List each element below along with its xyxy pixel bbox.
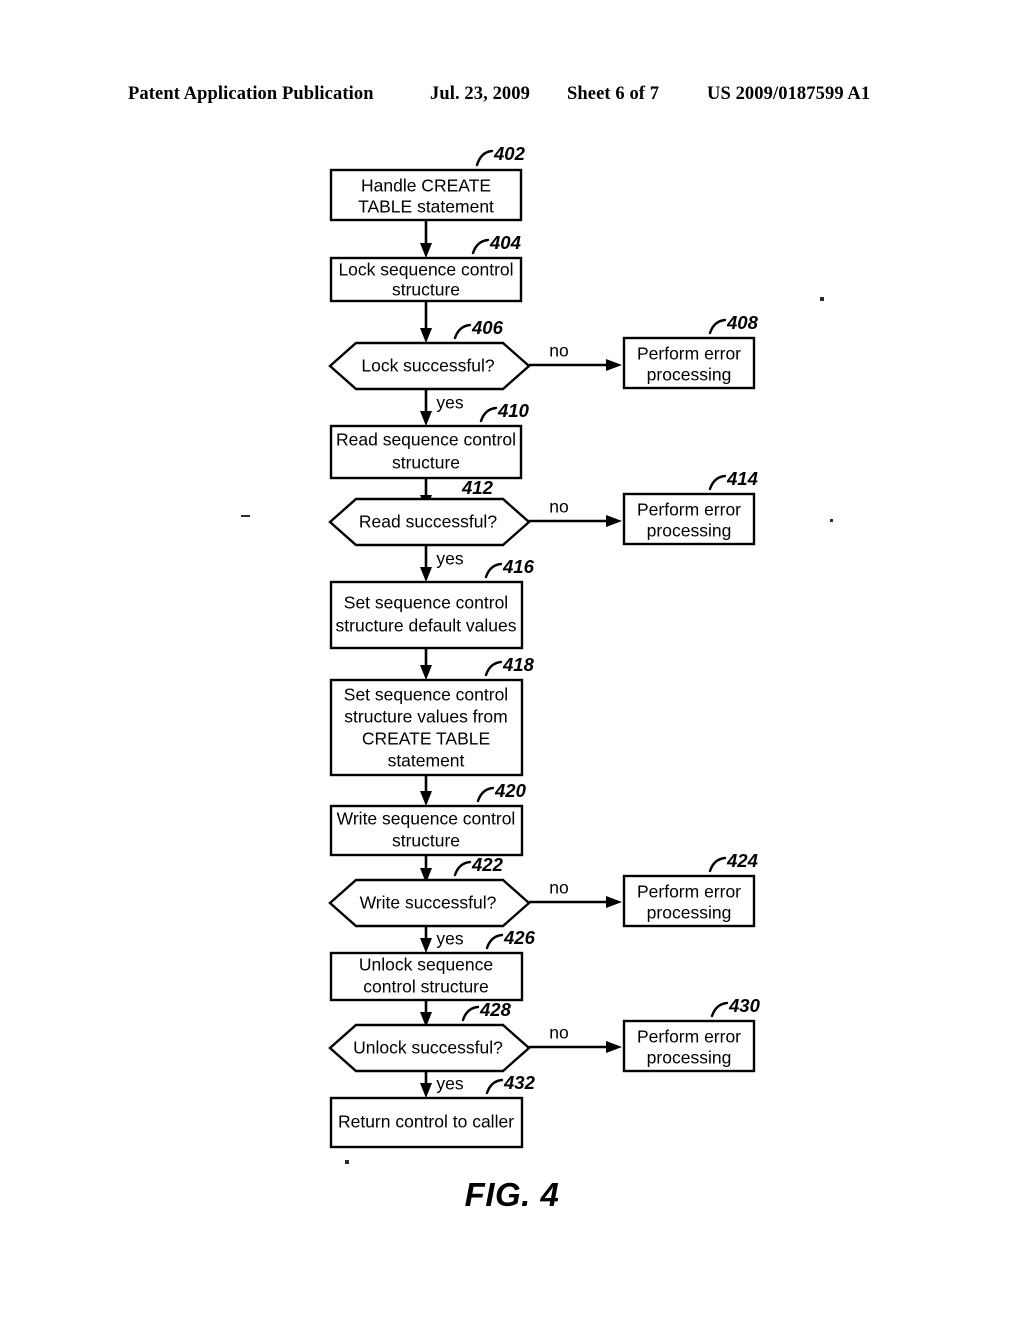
ref-number-426: 426 xyxy=(503,927,536,948)
flow-node-432: Return control to caller 432 xyxy=(329,1072,536,1149)
ref-number-406: 406 xyxy=(471,317,504,338)
leader-416 xyxy=(484,562,503,579)
node-414-line2: processing xyxy=(647,521,732,541)
arrowhead-402-404 xyxy=(420,243,432,258)
node-432-line1: Return control to caller xyxy=(338,1112,514,1132)
ref-number-428: 428 xyxy=(479,999,512,1020)
node-414-line1: Perform error xyxy=(637,500,741,520)
arrowhead-418-420 xyxy=(420,791,432,806)
leader-422 xyxy=(453,860,472,877)
node-404-line1: Lock sequence control xyxy=(338,260,513,280)
branch-label-no-412: no xyxy=(549,497,568,517)
ref-number-408: 408 xyxy=(726,312,759,333)
node-416-line1: Set sequence control xyxy=(344,593,508,613)
flow-node-416: Set sequence control structure default v… xyxy=(329,556,535,650)
node-418-line1: Set sequence control xyxy=(344,685,508,705)
leader-402 xyxy=(475,149,494,167)
arrowhead-416-418 xyxy=(420,665,432,680)
node-406-label: Lock successful? xyxy=(361,356,495,376)
arrowhead-422-424 xyxy=(606,896,622,908)
arrowhead-406-408 xyxy=(606,359,622,371)
arrowhead-406-410 xyxy=(420,411,432,426)
branch-label-yes-406: yes xyxy=(436,393,463,413)
leader-410 xyxy=(479,406,498,423)
node-418-line3: CREATE TABLE xyxy=(362,729,490,749)
arrowhead-422-426 xyxy=(420,938,432,953)
ref-number-418: 418 xyxy=(502,654,535,675)
leader-420 xyxy=(476,786,495,803)
branch-label-no-406: no xyxy=(549,341,568,361)
leader-408 xyxy=(708,318,727,335)
branch-label-yes-428: yes xyxy=(436,1074,463,1094)
node-404-line2: structure xyxy=(392,280,460,300)
scan-speck xyxy=(820,297,824,301)
arrowhead-412-416 xyxy=(420,567,432,582)
node-420-line2: structure xyxy=(392,831,460,851)
ref-number-404: 404 xyxy=(489,232,521,253)
node-402-line1: Handle CREATE xyxy=(361,176,491,196)
arrowhead-428-432 xyxy=(420,1083,432,1098)
node-416-line2: structure default values xyxy=(336,616,517,636)
scan-speck xyxy=(241,515,250,517)
node-428-label: Unlock successful? xyxy=(353,1038,503,1058)
flow-node-424: Perform error processing 424 xyxy=(622,850,758,928)
flow-node-402: Handle CREATE TABLE statement 402 xyxy=(329,143,526,222)
node-430-line2: processing xyxy=(647,1048,732,1068)
node-424-line2: processing xyxy=(647,903,732,923)
node-408-line1: Perform error xyxy=(637,344,741,364)
node-426-line1: Unlock sequence xyxy=(359,955,493,975)
node-422-label: Write successful? xyxy=(360,893,497,913)
leader-432 xyxy=(485,1078,504,1095)
leader-404 xyxy=(471,238,490,255)
flow-node-418: Set sequence control structure values fr… xyxy=(329,654,535,777)
ref-number-420: 420 xyxy=(494,780,527,801)
node-426-line2: control structure xyxy=(363,977,488,997)
node-424-line1: Perform error xyxy=(637,882,741,902)
leader-424 xyxy=(708,856,727,873)
branch-label-yes-412: yes xyxy=(436,549,463,569)
ref-number-402: 402 xyxy=(493,143,526,164)
flow-node-430: Perform error processing 430 xyxy=(622,995,761,1073)
node-402-line2: TABLE statement xyxy=(358,197,494,217)
leader-430 xyxy=(710,1001,729,1018)
scan-speck xyxy=(830,519,833,522)
leader-418 xyxy=(484,660,503,677)
ref-number-424: 424 xyxy=(726,850,758,871)
leader-406 xyxy=(453,323,472,340)
ref-number-410: 410 xyxy=(497,400,530,421)
ref-number-412: 412 xyxy=(461,477,494,498)
arrowhead-428-430 xyxy=(606,1041,622,1053)
leader-428 xyxy=(461,1005,480,1022)
arrowhead-412-414 xyxy=(606,515,622,527)
ref-number-414: 414 xyxy=(726,468,758,489)
figure-caption: FIG. 4 xyxy=(464,1176,560,1213)
leader-414 xyxy=(708,474,727,491)
node-410-line2: structure xyxy=(392,453,460,473)
scan-speck xyxy=(345,1160,349,1164)
ref-number-422: 422 xyxy=(471,854,504,875)
node-418-line4: statement xyxy=(388,751,465,771)
flow-node-426: Unlock sequence control structure 426 xyxy=(329,927,536,1002)
node-418-line2: structure values from xyxy=(344,707,507,727)
node-420-line1: Write sequence control xyxy=(337,809,516,829)
node-412-label: Read successful? xyxy=(359,512,497,532)
arrowhead-404-406 xyxy=(420,328,432,343)
ref-number-430: 430 xyxy=(728,995,761,1016)
leader-426 xyxy=(485,933,504,950)
ref-number-416: 416 xyxy=(502,556,535,577)
branch-label-yes-422: yes xyxy=(436,929,463,949)
node-430-line1: Perform error xyxy=(637,1027,741,1047)
flow-node-412: Read successful? 412 no yes xyxy=(328,477,569,569)
flowchart-figure-4: Handle CREATE TABLE statement 402 Lock s… xyxy=(328,143,761,1149)
patent-page: Patent Application Publication Jul. 23, … xyxy=(0,0,1024,1320)
flow-node-408: Perform error processing 408 xyxy=(622,312,759,390)
node-408-line2: processing xyxy=(647,365,732,385)
flow-node-414: Perform error processing 414 xyxy=(622,468,758,546)
node-410-line1: Read sequence control xyxy=(336,430,516,450)
branch-label-no-422: no xyxy=(549,878,568,898)
ref-number-432: 432 xyxy=(503,1072,536,1093)
branch-label-no-428: no xyxy=(549,1023,568,1043)
